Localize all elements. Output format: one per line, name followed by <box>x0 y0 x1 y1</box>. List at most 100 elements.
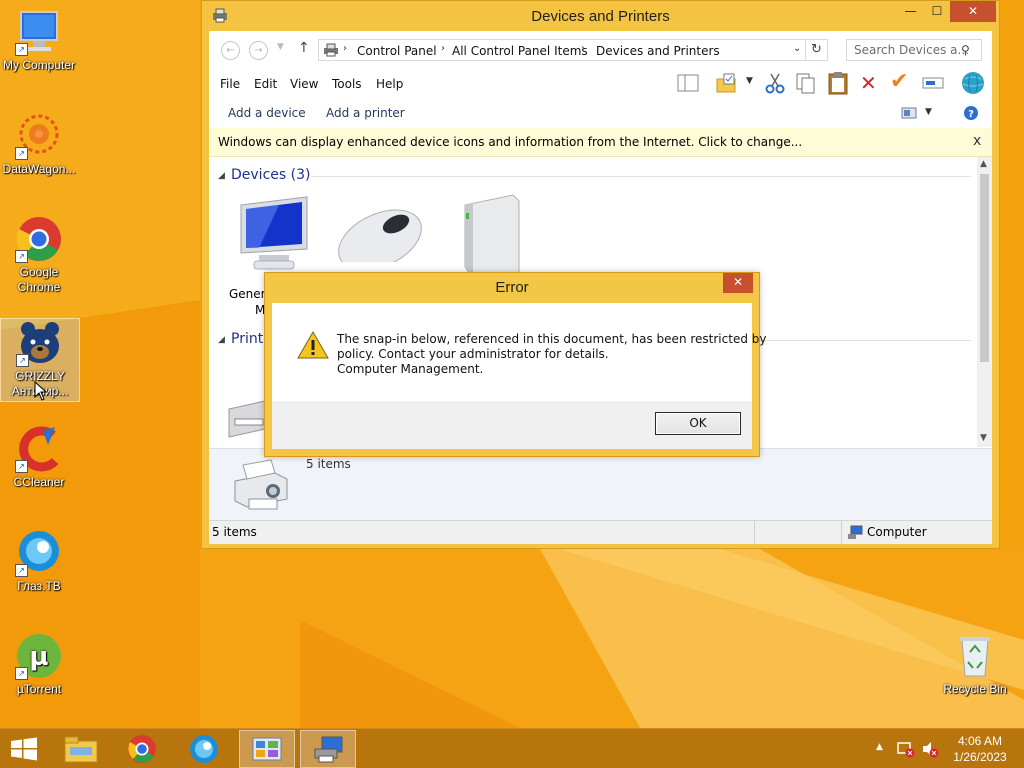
volume-muted-icon[interactable] <box>921 740 939 761</box>
device-external-drive[interactable] <box>459 193 525 274</box>
address-box[interactable]: › Control Panel › All Control Panel Item… <box>318 39 806 61</box>
change-view-icon[interactable] <box>901 106 917 123</box>
desktop-icon-recycle-bin[interactable]: Recycle Bin <box>936 632 1014 697</box>
scroll-down-icon[interactable]: ▼ <box>980 433 987 443</box>
window-titlebar[interactable]: Devices and Printers — ☐ ✕ <box>202 1 999 31</box>
folder-options-icon[interactable] <box>716 73 738 96</box>
taskbar-control-panel[interactable] <box>239 730 295 768</box>
close-button[interactable]: ✕ <box>950 1 996 22</box>
group-divider <box>749 340 971 341</box>
desktop-icon-label: CCleaner <box>13 475 65 489</box>
info-bar-message: Windows can display enhanced device icon… <box>218 135 803 149</box>
device-mouse[interactable] <box>334 202 429 271</box>
desktop-icon-my-computer[interactable]: ↗ My Computer <box>0 8 78 73</box>
menu-help[interactable]: Help <box>376 77 403 91</box>
glaz-tv-icon: ↗ <box>15 529 63 577</box>
device-printer[interactable] <box>227 389 267 439</box>
file-explorer-icon <box>64 736 98 763</box>
add-device-button[interactable]: Add a device <box>228 106 306 120</box>
control-panel-icon <box>252 737 282 761</box>
taskbar-devices-and-printers[interactable] <box>300 730 356 768</box>
desktop-icon-glaz-tv[interactable]: ↗ Глаз.ТВ <box>0 529 78 594</box>
vertical-scrollbar[interactable]: ▲ ▼ <box>977 157 992 447</box>
svg-text:?: ? <box>968 109 974 120</box>
minimize-button[interactable]: — <box>897 1 924 22</box>
maximize-button[interactable]: ☐ <box>924 1 950 22</box>
desktop-icon-label-line2: Chrome <box>17 280 61 294</box>
shortcut-arrow-icon: ↗ <box>15 667 28 680</box>
devices-group-header[interactable]: Devices (3) <box>231 167 310 183</box>
desktop-icon-utorrent[interactable]: µ ↗ µTorrent <box>0 632 78 697</box>
taskbar-google-chrome[interactable] <box>115 730 171 768</box>
taskbar: ▲ 4:06 AM 1/26/2023 <box>0 728 1024 768</box>
status-bar: 5 items Computer <box>209 520 992 544</box>
back-button[interactable]: ← <box>221 41 240 60</box>
window-title: Devices and Printers <box>531 8 670 25</box>
clock-date: 1/26/2023 <box>953 750 1007 764</box>
breadcrumb-separator-icon[interactable]: › <box>441 43 445 54</box>
scroll-up-icon[interactable]: ▲ <box>980 159 987 169</box>
network-status-icon[interactable] <box>897 740 915 761</box>
start-button[interactable] <box>0 730 48 768</box>
help-icon[interactable]: ? <box>963 105 979 124</box>
menu-file[interactable]: File <box>220 77 240 91</box>
delete-icon[interactable]: ✕ <box>860 73 877 93</box>
taskbar-file-explorer[interactable] <box>53 730 109 768</box>
collapse-devices-icon[interactable]: ◢ <box>218 171 225 181</box>
copy-icon[interactable] <box>796 73 816 98</box>
back-arrow-icon: ← <box>226 45 235 56</box>
desktop-icon-datawagon[interactable]: ↗ DataWagon... <box>0 112 78 177</box>
collapse-printers-icon[interactable]: ◢ <box>218 335 225 345</box>
layout-pane-icon[interactable] <box>677 74 699 95</box>
scrollbar-thumb[interactable] <box>980 174 989 362</box>
menu-view[interactable]: View <box>290 77 318 91</box>
paste-icon[interactable] <box>827 71 849 98</box>
control-panel-location-icon <box>322 43 340 60</box>
breadcrumb-control-panel[interactable]: Control Panel <box>357 44 437 58</box>
computer-icon: ↗ <box>15 8 63 56</box>
ok-button[interactable]: OK <box>655 412 741 435</box>
forward-button[interactable]: → <box>249 41 268 60</box>
details-pane: 5 items <box>209 448 992 521</box>
cut-icon[interactable] <box>765 72 785 97</box>
system-clock[interactable]: 4:06 AM 1/26/2023 <box>945 733 1015 765</box>
computer-zone-icon <box>847 524 863 543</box>
error-dialog: Error ✕ The snap-in below, referenced in… <box>264 272 766 457</box>
rename-icon[interactable] <box>922 74 944 95</box>
recent-locations-dropdown-icon[interactable]: ▼ <box>277 42 284 52</box>
add-printer-button[interactable]: Add a printer <box>326 106 405 120</box>
status-item-count: 5 items <box>212 525 257 539</box>
desktop-icon-label-line1: Google <box>19 265 59 279</box>
folder-options-dropdown-icon[interactable]: ▼ <box>746 76 753 86</box>
refresh-button[interactable]: ↻ <box>806 39 828 61</box>
menu-edit[interactable]: Edit <box>254 77 277 91</box>
taskbar-glaz-tv[interactable] <box>177 730 233 768</box>
dialog-close-button[interactable]: ✕ <box>723 273 753 293</box>
breadcrumb-devices-and-printers[interactable]: Devices and Printers <box>596 44 720 58</box>
shortcut-arrow-icon: ↗ <box>16 354 29 367</box>
address-dropdown-icon[interactable]: ⌄ <box>793 43 801 54</box>
desktop-icon-label: DataWagon... <box>2 162 76 176</box>
desktop-icon-ccleaner[interactable]: ↗ CCleaner <box>0 425 78 490</box>
glaz-tv-icon <box>190 735 218 763</box>
info-bar[interactable]: Windows can display enhanced device icon… <box>209 128 992 157</box>
breadcrumb-separator-icon[interactable]: › <box>343 43 347 54</box>
menu-tools[interactable]: Tools <box>332 77 362 91</box>
properties-checkmark-icon[interactable]: ✔ <box>890 71 908 93</box>
chrome-icon: ↗ <box>15 215 63 263</box>
globe-icon[interactable] <box>961 71 985 98</box>
desktop-icon-google-chrome[interactable]: ↗ Google Chrome <box>0 215 78 295</box>
dialog-body: The snap-in below, referenced in this do… <box>272 303 766 401</box>
group-divider <box>311 176 971 177</box>
breadcrumb-separator-icon[interactable]: › <box>581 43 585 54</box>
up-arrow-icon[interactable]: ↑ <box>298 40 310 56</box>
info-bar-close-button[interactable]: x <box>973 133 981 149</box>
breadcrumb-all-control-panel-items[interactable]: All Control Panel Items <box>452 44 588 58</box>
status-divider <box>841 521 842 544</box>
show-hidden-icons-button[interactable]: ▲ <box>876 742 883 752</box>
clock-time: 4:06 AM <box>957 734 1003 748</box>
search-icon[interactable]: ⚲ <box>961 43 970 57</box>
monitor-icon <box>240 196 308 270</box>
view-dropdown-icon[interactable]: ▼ <box>925 107 932 117</box>
shortcut-arrow-icon: ↗ <box>15 564 28 577</box>
